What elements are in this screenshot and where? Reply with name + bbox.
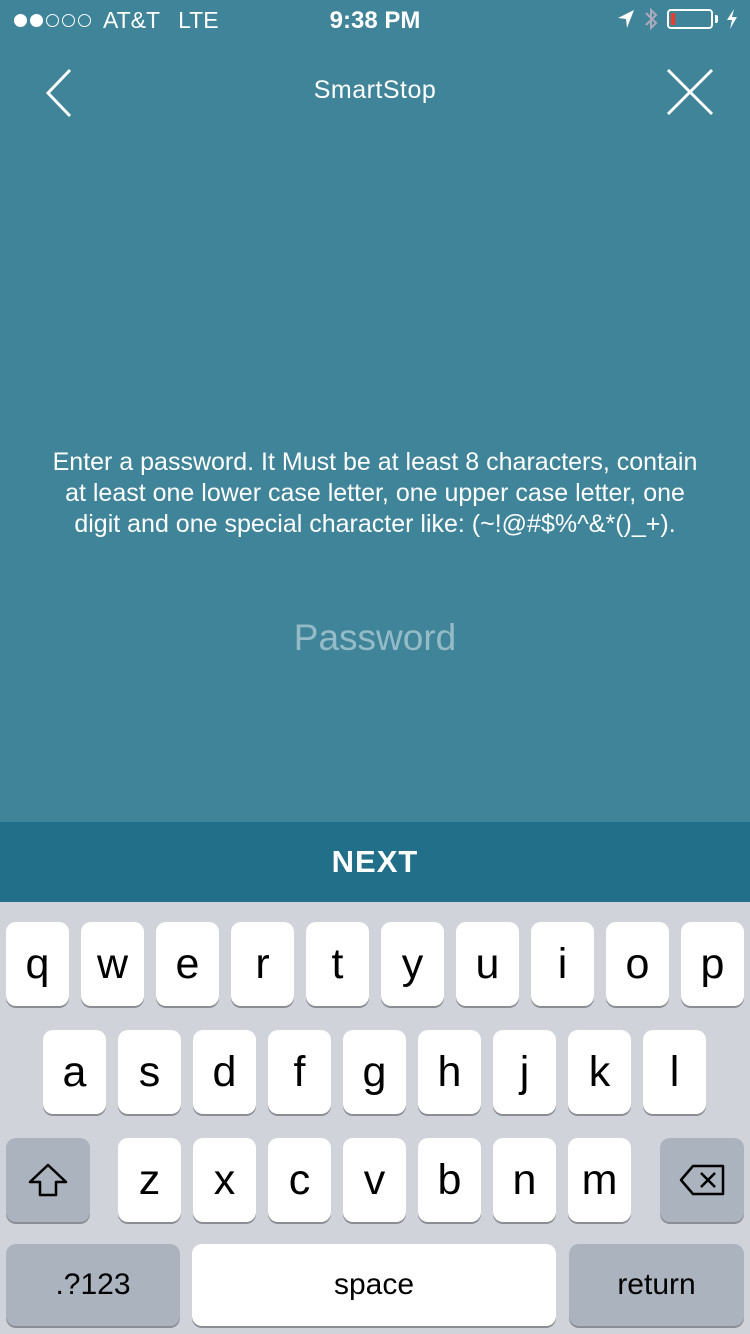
key-n[interactable]: n [493,1138,556,1222]
key-w[interactable]: w [81,922,144,1006]
backspace-key[interactable] [660,1138,744,1222]
key-a[interactable]: a [43,1030,106,1114]
password-input[interactable] [175,612,575,664]
status-right [617,7,738,31]
key-x[interactable]: x [193,1138,256,1222]
page-title: SmartStop [313,76,437,104]
key-k[interactable]: k [568,1030,631,1114]
key-h[interactable]: h [418,1030,481,1114]
shift-icon [28,1163,68,1197]
key-y[interactable]: y [381,922,444,1006]
key-g[interactable]: g [343,1030,406,1114]
key-z[interactable]: z [118,1138,181,1222]
key-e[interactable]: e [156,922,219,1006]
key-r[interactable]: r [231,922,294,1006]
backspace-icon [679,1164,725,1196]
key-u[interactable]: u [456,922,519,1006]
key-o[interactable]: o [606,922,669,1006]
key-f[interactable]: f [268,1030,331,1114]
key-p[interactable]: p [681,922,744,1006]
key-q[interactable]: q [6,922,69,1006]
key-v[interactable]: v [343,1138,406,1222]
next-button[interactable]: NEXT [0,822,750,902]
battery-tip [715,15,718,23]
space-key[interactable]: space [192,1244,556,1326]
location-arrow-icon [618,10,634,28]
key-s[interactable]: s [118,1030,181,1114]
key-m[interactable]: m [568,1138,631,1222]
key-j[interactable]: j [493,1030,556,1114]
numbers-key[interactable]: .?123 [6,1244,180,1326]
key-l[interactable]: l [643,1030,706,1114]
key-i[interactable]: i [531,922,594,1006]
return-key[interactable]: return [569,1244,744,1326]
password-instructions: Enter a password. It Must be at least 8 … [52,448,698,538]
key-c[interactable]: c [268,1138,331,1222]
key-t[interactable]: t [306,922,369,1006]
status-bar: AT&T LTE 9:38 PM [0,0,750,40]
bluetooth-icon [645,7,658,31]
charging-bolt-icon [727,9,737,29]
key-d[interactable]: d [193,1030,256,1114]
shift-key[interactable] [6,1138,90,1222]
close-icon [666,68,714,116]
key-b[interactable]: b [418,1138,481,1222]
battery-level [671,13,675,25]
keyboard: q w e r t y u i o p a s d f g h j k l z … [0,902,750,1334]
battery-icon [667,9,713,29]
close-button[interactable] [664,66,716,118]
